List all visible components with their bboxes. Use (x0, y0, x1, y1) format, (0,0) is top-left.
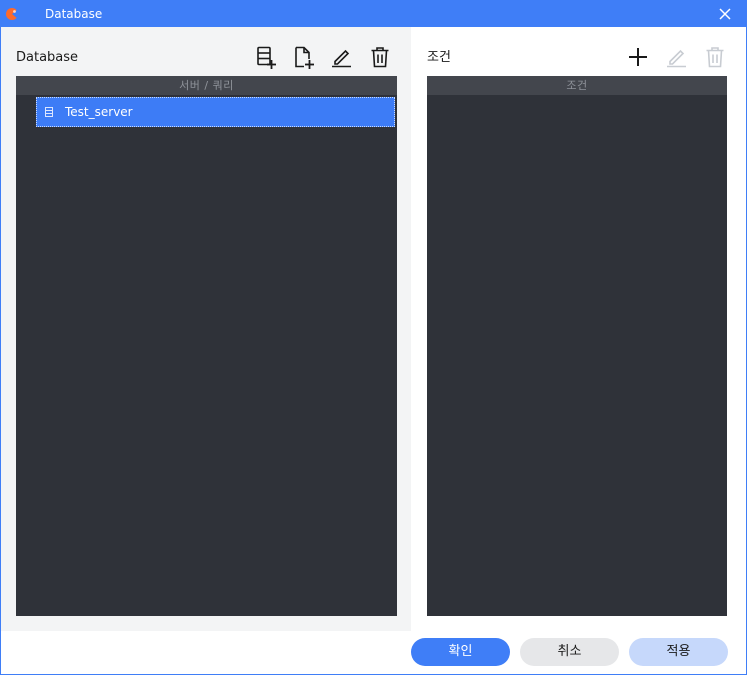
apply-button[interactable]: 적용 (629, 638, 728, 666)
panel-title: Database (16, 50, 79, 65)
edit-icon (665, 45, 689, 69)
dialog-footer: 확인 취소 적용 (1, 631, 746, 674)
add-server-icon[interactable] (254, 45, 278, 69)
server-icon (45, 107, 53, 117)
add-query-icon[interactable] (292, 45, 316, 69)
tree-item-server[interactable]: Test_server (36, 97, 395, 127)
edit-icon[interactable] (330, 45, 354, 69)
delete-icon[interactable] (368, 45, 392, 69)
close-icon[interactable] (717, 6, 733, 22)
ok-button[interactable]: 확인 (411, 638, 510, 666)
tree-item-label: Test_server (65, 105, 133, 119)
window-title: Database (45, 7, 103, 21)
database-panel: Database 서버 / 쿼리 Test_server (1, 27, 411, 631)
delete-icon (703, 45, 727, 69)
database-dialog: Database Database 서버 / 쿼리 Test_server 조건… (0, 0, 747, 675)
list-header: 서버 / 쿼리 (16, 76, 397, 95)
condition-panel: 조건 조건 (411, 27, 746, 631)
panel-title: 조건 (427, 50, 451, 65)
cancel-button[interactable]: 취소 (520, 638, 619, 666)
add-icon[interactable] (626, 45, 650, 69)
app-logo-icon (6, 8, 19, 20)
list-header: 조건 (427, 76, 727, 95)
condition-list[interactable]: 조건 (427, 76, 727, 616)
server-query-tree[interactable]: 서버 / 쿼리 Test_server (16, 76, 397, 616)
title-bar: Database (1, 1, 746, 27)
